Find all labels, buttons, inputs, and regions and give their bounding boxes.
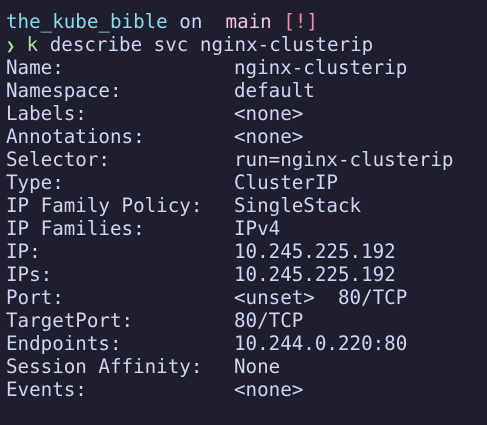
output-key: Name: — [6, 56, 64, 79]
output-value: 10.245.225.192 — [234, 240, 396, 263]
git-branch-name: main — [225, 10, 272, 33]
output-key: TargetPort: — [6, 309, 134, 332]
output-key: IP Families: — [6, 217, 145, 240]
output-row: Events: <none> — [6, 378, 487, 401]
output-key: Port: — [6, 286, 64, 309]
output-row: Selector: run=nginx-clusterip — [6, 148, 487, 171]
output-row: Endpoints: 10.244.0.220:80 — [6, 332, 487, 355]
output-key: Session Affinity: — [6, 355, 203, 378]
output-value: ClusterIP — [234, 171, 338, 194]
output-key: Annotations: — [6, 125, 145, 148]
output-value: <unset> 80/TCP — [234, 286, 408, 309]
output-key: IP: — [6, 240, 41, 263]
output-value: nginx-clusterip — [234, 56, 408, 79]
output-row: IP Families: IPv4 — [6, 217, 487, 240]
output-key: Selector: — [6, 148, 110, 171]
output-key: IPs: — [6, 263, 53, 286]
output-row: IPs: 10.245.225.192 — [6, 263, 487, 286]
output-row: TargetPort: 80/TCP — [6, 309, 487, 332]
output-row: IP: 10.245.225.192 — [6, 240, 487, 263]
command-line[interactable]: ❯ k describe svc nginx-clusterip — [6, 33, 487, 56]
output-key: Labels: — [6, 102, 87, 125]
output-key: IP Family Policy: — [6, 194, 203, 217]
output-key: Endpoints: — [6, 332, 122, 355]
prompt-on-text: on — [179, 10, 203, 33]
output-value: default — [234, 79, 315, 102]
output-row: Namespace: default — [6, 79, 487, 102]
command-binary: k — [26, 33, 39, 56]
output-row: Type: ClusterIP — [6, 171, 487, 194]
output-value: SingleStack — [234, 194, 362, 217]
output-row: Annotations: <none> — [6, 125, 487, 148]
output-row: Port: <unset> 80/TCP — [6, 286, 487, 309]
output-row: Session Affinity: None — [6, 355, 487, 378]
command-output: Name: nginx-clusterip Namespace: default Lab… — [6, 56, 487, 401]
output-key: Namespace: — [6, 79, 122, 102]
shell-prompt: the_kube_bible on main [!] — [6, 10, 487, 33]
output-row: IP Family Policy: SingleStack — [6, 194, 487, 217]
output-row: Labels: <none> — [6, 102, 487, 125]
git-status-badge: [!] — [283, 10, 318, 33]
output-value: 10.244.0.220:80 — [234, 332, 408, 355]
output-value: IPv4 — [234, 217, 281, 240]
prompt-directory: the_kube_bible — [6, 10, 168, 33]
output-value: 10.245.225.192 — [234, 263, 396, 286]
output-value: run=nginx-clusterip — [234, 148, 454, 171]
command-args: describe svc nginx-clusterip — [49, 33, 374, 56]
output-key: Events: — [6, 378, 87, 401]
output-value: <none> — [234, 102, 304, 125]
output-row: Name: nginx-clusterip — [6, 56, 487, 79]
output-key: Type: — [6, 171, 64, 194]
output-value: 80/TCP — [234, 309, 304, 332]
output-value: <none> — [234, 125, 304, 148]
output-value: None — [234, 355, 281, 378]
terminal-window[interactable]: the_kube_bible on main [!] ❯ k describe … — [0, 0, 487, 425]
prompt-chevron-icon: ❯ — [6, 37, 16, 55]
output-value: <none> — [234, 378, 304, 401]
